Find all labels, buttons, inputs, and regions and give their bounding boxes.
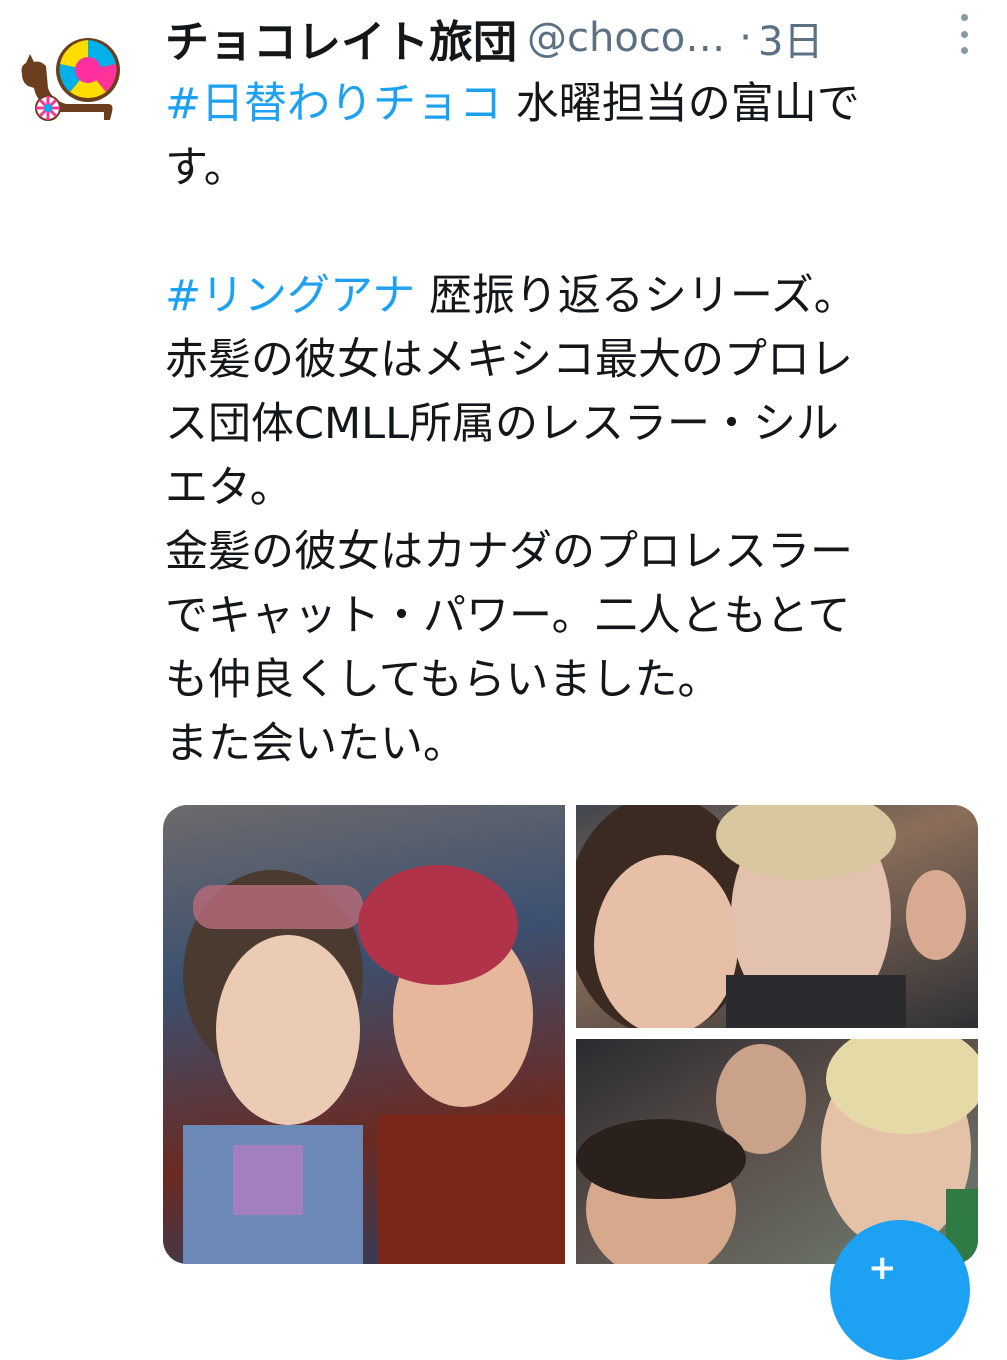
chocolate-cart-logo-icon (21, 38, 120, 121)
tweet-text-line: 金髪の彼女はカナダのプロレスラー (165, 520, 985, 584)
media-grid (163, 805, 978, 1264)
tweet-text-line: でキャット・パワー。二人ともとて (165, 584, 985, 648)
tweet-text-line: も仲良くしてもらいました。 (165, 648, 985, 712)
compose-tweet-icon: + (868, 1248, 897, 1288)
tweet-text-line: 赤髪の彼女はメキシコ最大のプロレ (165, 328, 985, 392)
tweet-text-segment: 赤髪の彼女はメキシコ最大のプロレ (165, 335, 853, 385)
tweet-text-line: #日替わりチョコ 水曜担当の富山で (165, 72, 985, 136)
user-handle[interactable]: @choco… (527, 15, 725, 61)
avatar[interactable] (18, 30, 122, 122)
compose-tweet-button[interactable] (830, 1220, 970, 1360)
tweet-header: チョコレイト旅団 @choco… · 3日 (165, 9, 1000, 68)
tweet-text-segment: も仲良くしてもらいました。 (165, 655, 721, 705)
tweet-text-segment: エタ。 (165, 463, 293, 513)
tweet-text-line: また会いたい。 (165, 712, 985, 776)
tweet-text-segment: でキャット・パワー。二人ともとて (165, 591, 851, 641)
hashtag-link[interactable]: #リングアナ (165, 271, 415, 321)
vertical-dots-icon[interactable] (957, 14, 971, 54)
tweet-text-segment: 水曜担当の富山で (502, 79, 860, 129)
tweet-text-segment: す。 (165, 143, 247, 193)
hashtag-link[interactable]: #日替わりチョコ (165, 79, 502, 129)
tweet-text-line (165, 200, 985, 264)
tweet-text-line: ス団体CMLL所属のレスラー・シル (165, 392, 985, 456)
tweet-text-line: す。 (165, 136, 985, 200)
tweet-text-line: エタ。 (165, 456, 985, 520)
tweet-timestamp[interactable]: 3日 (758, 9, 823, 67)
tweet-text: #日替わりチョコ 水曜担当の富山です。 #リングアナ 歴振り返るシリーズ。赤髪の彼… (165, 72, 985, 776)
tweet-text-segment: 歴振り返るシリーズ。 (415, 271, 857, 321)
tweet-text-segment: また会いたい。 (165, 719, 466, 769)
display-name[interactable]: チョコレイト旅団 (165, 6, 517, 70)
photo-2[interactable] (576, 805, 978, 1028)
tweet-text-segment: ス団体CMLL所属のレスラー・シル (165, 399, 840, 449)
tweet-text-line: #リングアナ 歴振り返るシリーズ。 (165, 264, 985, 328)
tweet-text-segment: 金髪の彼女はカナダのプロレスラー (165, 527, 853, 577)
photo-1[interactable] (163, 805, 565, 1264)
separator-dot: · (739, 15, 752, 61)
